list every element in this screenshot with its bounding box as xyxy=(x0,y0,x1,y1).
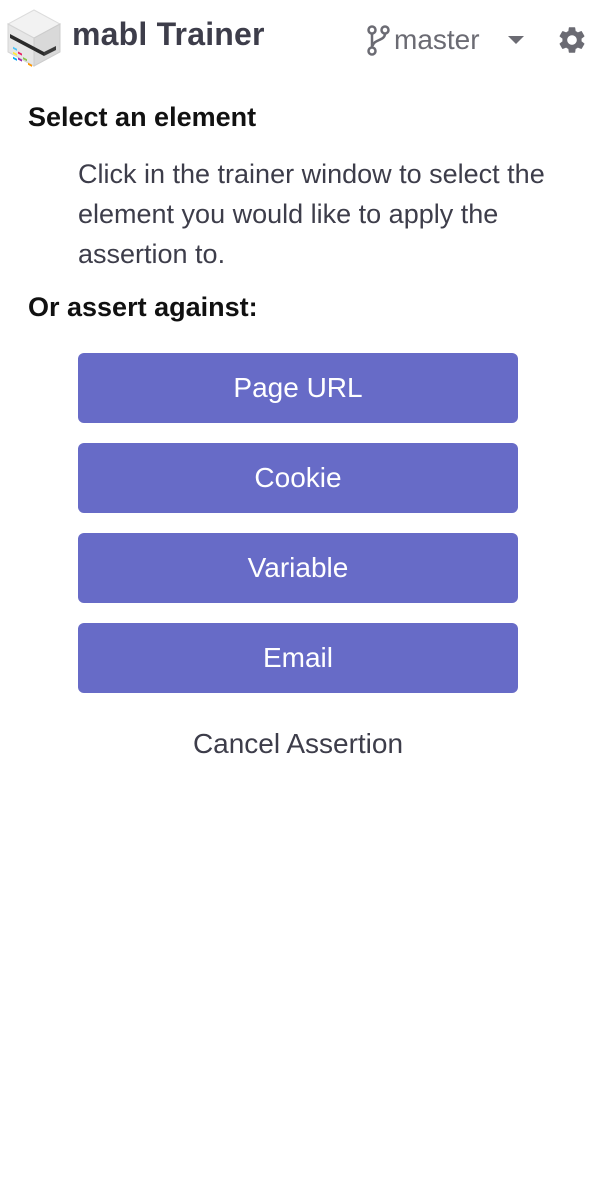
cancel-assertion-link[interactable]: Cancel Assertion xyxy=(0,728,596,760)
page-url-button[interactable]: Page URL xyxy=(78,353,518,423)
select-element-heading: Select an element xyxy=(28,102,257,132)
branch-name: master xyxy=(394,24,480,55)
mabl-logo-icon xyxy=(6,9,62,67)
assert-against-heading: Or assert against: xyxy=(28,292,258,322)
header: mabl Trainer master xyxy=(0,0,596,80)
app-title: mabl Trainer xyxy=(72,16,265,52)
git-branch-icon xyxy=(367,25,390,56)
gear-icon[interactable] xyxy=(556,24,588,56)
select-element-instructions: Click in the trainer window to select th… xyxy=(78,159,545,269)
branch-selector[interactable]: master xyxy=(366,20,480,60)
variable-button[interactable]: Variable xyxy=(78,533,518,603)
caret-down-icon[interactable] xyxy=(508,36,524,44)
email-button[interactable]: Email xyxy=(78,623,518,693)
cookie-button[interactable]: Cookie xyxy=(78,443,518,513)
trainer-panel: mabl Trainer master Select an element Cl… xyxy=(0,0,596,1179)
